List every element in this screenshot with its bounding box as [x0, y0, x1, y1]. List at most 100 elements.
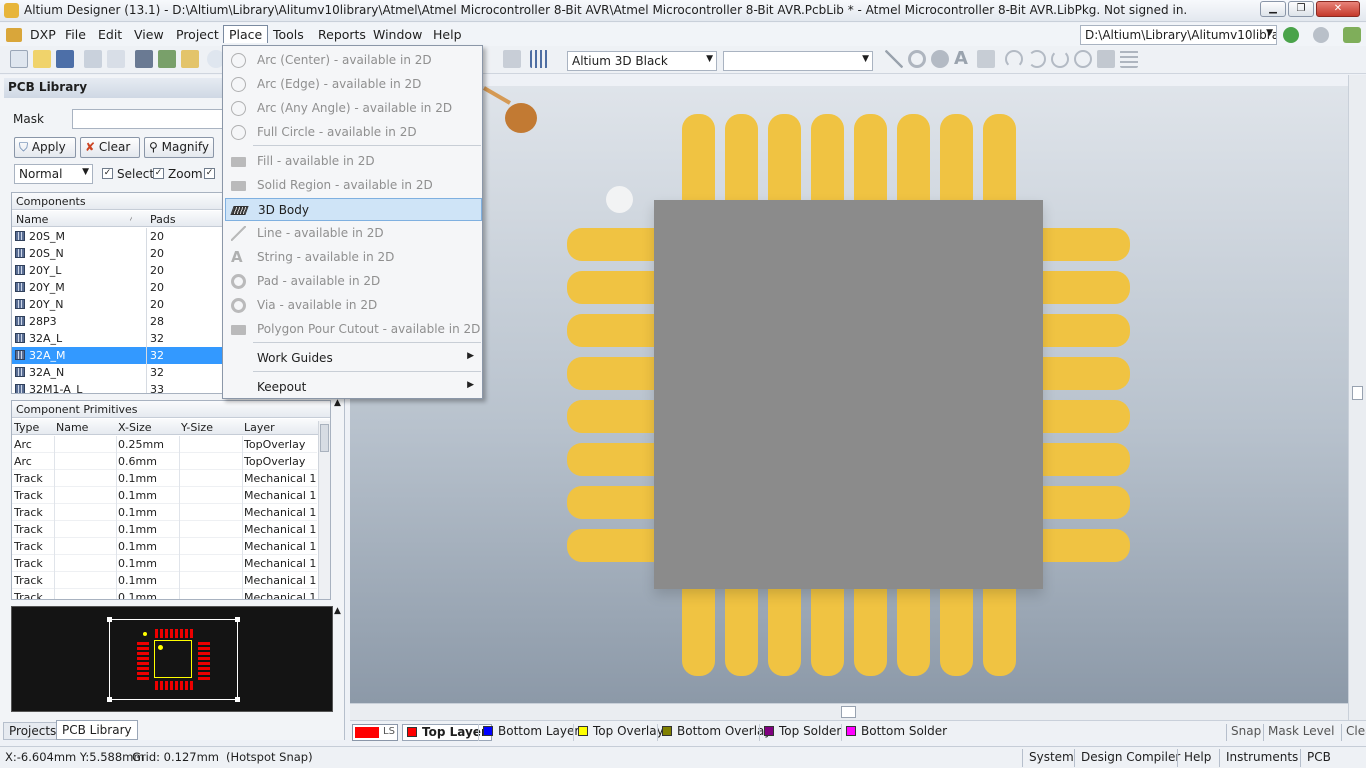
select-checkbox[interactable]: ✓: [102, 168, 113, 179]
primitive-row[interactable]: Track 0.1mm Mechanical 15: [12, 538, 317, 555]
primitive-row[interactable]: Track 0.1mm Mechanical 13: [12, 504, 317, 521]
primitive-row[interactable]: Track 0.1mm Mechanical 15: [12, 555, 317, 572]
mode-combo[interactable]: Normal ▼: [14, 164, 93, 184]
view-config-combo[interactable]: Altium 3D Black ▼: [567, 51, 717, 71]
magnify-button[interactable]: ⚲ Magnify: [144, 137, 214, 158]
col-layer[interactable]: Layer: [244, 421, 275, 434]
menu-reports[interactable]: Reports: [313, 26, 371, 44]
line-tool-icon[interactable]: [885, 50, 903, 68]
place-menu-item[interactable]: Keepout ▶: [225, 376, 482, 399]
menu-help[interactable]: Help: [428, 26, 467, 44]
primitive-row[interactable]: Track 0.1mm Mechanical 13: [12, 521, 317, 538]
component-body-3d[interactable]: [654, 200, 1043, 589]
pad-tool-icon[interactable]: [908, 50, 926, 68]
pcb-3d-canvas[interactable]: [350, 86, 1348, 703]
layers-icon[interactable]: [135, 50, 153, 68]
primitive-row[interactable]: Arc 0.6mm TopOverlay: [12, 453, 317, 470]
layer-tab[interactable]: Bottom Layer: [478, 724, 583, 741]
primitive-row[interactable]: Track 0.1mm Mechanical 13: [12, 487, 317, 504]
layer-tab[interactable]: Top Solder: [759, 724, 845, 741]
menu-tools[interactable]: Tools: [268, 26, 309, 44]
vertical-scrollbar[interactable]: [1348, 75, 1366, 720]
hscroll-thumb[interactable]: [841, 706, 856, 718]
string-tool-icon[interactable]: A: [954, 50, 972, 68]
folder-icon[interactable]: [181, 50, 199, 68]
circle-tool-icon[interactable]: [1074, 50, 1092, 68]
board-icon[interactable]: [158, 50, 176, 68]
layer-tab[interactable]: Bottom Solder: [841, 724, 951, 741]
clear-layers-button[interactable]: Clear: [1341, 724, 1366, 741]
col-xsize[interactable]: X-Size: [118, 421, 152, 434]
menu-file[interactable]: File: [60, 26, 91, 44]
mask-input[interactable]: [72, 109, 232, 129]
menu-dxp[interactable]: DXP: [25, 26, 61, 44]
panel-help[interactable]: Help: [1177, 749, 1217, 767]
layer-set-button[interactable]: LS: [352, 724, 398, 741]
grid-icon[interactable]: [530, 50, 548, 68]
primitive-row[interactable]: Track 0.1mm Mechanical 13: [12, 470, 317, 487]
save-icon[interactable]: [56, 50, 74, 68]
fill-tool-icon[interactable]: [1097, 50, 1115, 68]
panel-system[interactable]: System: [1022, 749, 1080, 767]
print-icon[interactable]: [84, 50, 102, 68]
snap-button[interactable]: Snap: [1226, 724, 1265, 741]
path-combo[interactable]: D:\Altium\Library\Alitumv10library ▼: [1080, 25, 1277, 45]
arc-edge-tool-icon[interactable]: [1028, 50, 1046, 68]
maximize-button[interactable]: ❐: [1288, 1, 1314, 17]
frame-handle[interactable]: [107, 617, 112, 622]
col-prim-name[interactable]: Name: [56, 421, 88, 434]
mini-viewer[interactable]: [11, 606, 333, 712]
layer-tab[interactable]: Bottom Overlay: [657, 724, 775, 741]
primitive-row[interactable]: Arc 0.25mm TopOverlay: [12, 436, 317, 453]
clear-existing-checkbox[interactable]: ✓: [204, 168, 215, 179]
col-type[interactable]: Type: [14, 421, 39, 434]
clear-button[interactable]: ✘ Clear: [80, 137, 140, 158]
collapse-up-icon[interactable]: ▲: [334, 606, 341, 616]
col-ysize[interactable]: Y-Size: [181, 421, 213, 434]
open-icon[interactable]: [33, 50, 51, 68]
frame-handle[interactable]: [107, 697, 112, 702]
forward-icon[interactable]: [1313, 27, 1329, 43]
zoom-checkbox[interactable]: ✓: [153, 168, 164, 179]
home-icon[interactable]: [1343, 27, 1361, 43]
frame-handle[interactable]: [235, 617, 240, 622]
panel-instruments[interactable]: Instruments: [1219, 749, 1304, 767]
close-button[interactable]: ✕: [1316, 1, 1360, 17]
primitive-row[interactable]: Track 0.1mm Mechanical 15: [12, 589, 317, 599]
mask-level-button[interactable]: Mask Level: [1263, 724, 1338, 741]
tab-pcb-library[interactable]: PCB Library: [56, 720, 138, 740]
coordinate-tool-icon[interactable]: [977, 50, 995, 68]
menu-place[interactable]: Place: [223, 25, 269, 43]
col-pads[interactable]: Pads: [150, 213, 176, 226]
primitive-row[interactable]: Track 0.1mm Mechanical 15: [12, 572, 317, 589]
array-tool-icon[interactable]: [1120, 50, 1138, 68]
print-preview-icon[interactable]: [107, 50, 125, 68]
frame-handle[interactable]: [235, 697, 240, 702]
layer-tab[interactable]: Top Overlay: [573, 724, 668, 741]
new-icon[interactable]: [10, 50, 28, 68]
menu-edit[interactable]: Edit: [93, 26, 127, 44]
redo-icon[interactable]: [503, 50, 521, 68]
panel-design-compiler[interactable]: Design Compiler: [1074, 749, 1186, 767]
col-name[interactable]: Name: [16, 213, 48, 226]
back-icon[interactable]: [1283, 27, 1299, 43]
vscroll-thumb[interactable]: [1352, 386, 1363, 400]
via-tool-icon[interactable]: [931, 50, 949, 68]
panel-pcb[interactable]: PCB: [1300, 749, 1337, 767]
menu-project[interactable]: Project: [171, 26, 224, 44]
scroll-thumb[interactable]: [320, 424, 329, 452]
collapse-up-icon[interactable]: ▲: [334, 398, 341, 408]
place-menu-item[interactable]: 3D Body: [225, 198, 482, 221]
layer-set-combo[interactable]: ▼: [723, 51, 873, 71]
tab-projects[interactable]: Projects: [3, 722, 63, 740]
minimize-button[interactable]: ▁: [1260, 1, 1286, 17]
3d-body-icon: [230, 206, 249, 215]
place-menu-item[interactable]: Work Guides ▶: [225, 347, 482, 370]
primitives-scrollbar[interactable]: [318, 421, 330, 599]
arc-any-tool-icon[interactable]: [1051, 50, 1069, 68]
menu-view[interactable]: View: [129, 26, 169, 44]
apply-button[interactable]: ⛉ Apply: [14, 137, 76, 158]
arc-tool-icon[interactable]: [1005, 50, 1023, 68]
menu-window[interactable]: Window: [368, 26, 427, 44]
horizontal-scrollbar[interactable]: [350, 703, 1348, 720]
